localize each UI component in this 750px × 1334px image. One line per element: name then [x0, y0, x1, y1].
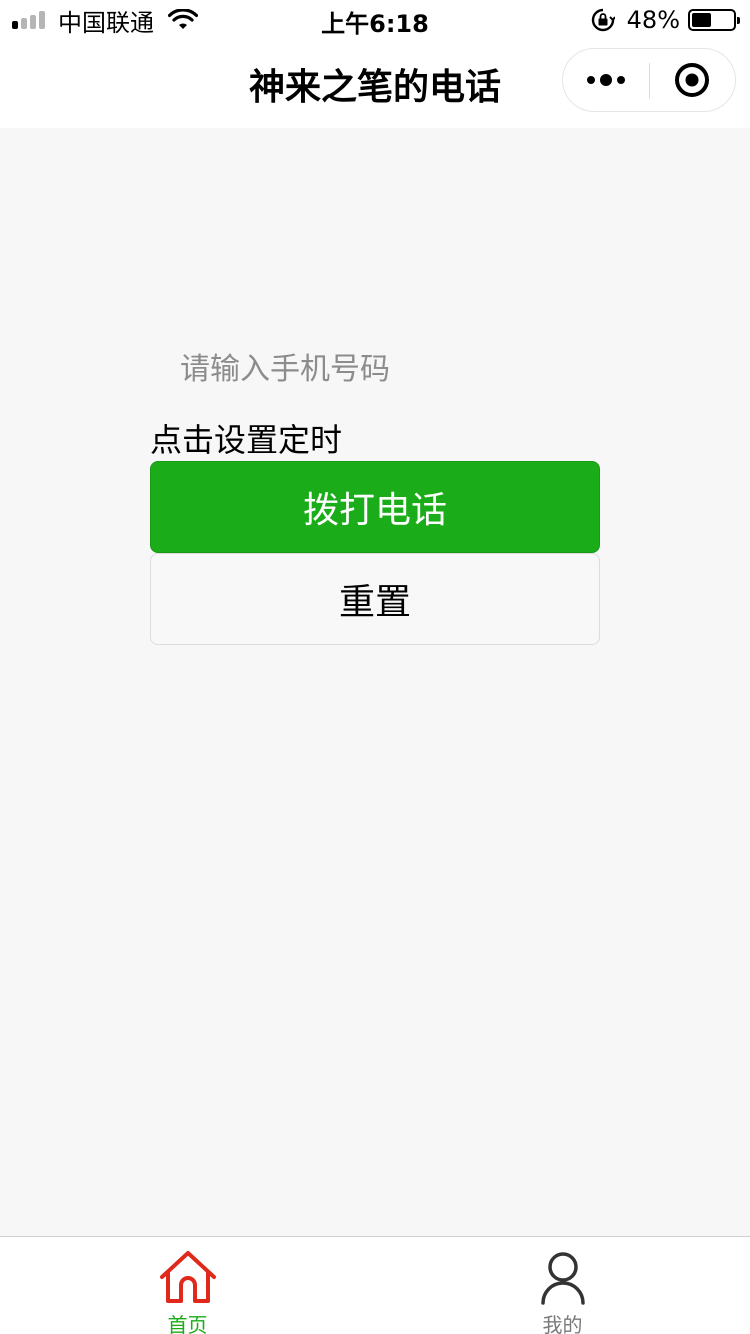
tab-bar: 首页 我的 [0, 1236, 750, 1334]
reset-button[interactable]: 重置 [150, 553, 600, 645]
tab-home-label: 首页 [167, 1313, 208, 1334]
call-button[interactable]: 拨打电话 [150, 461, 600, 553]
battery-icon [688, 9, 740, 31]
tab-home[interactable]: 首页 [0, 1237, 375, 1334]
phone-number-input[interactable] [180, 345, 600, 393]
tab-mine-label: 我的 [542, 1313, 583, 1334]
home-icon [159, 1251, 216, 1303]
more-button[interactable] [563, 49, 649, 111]
battery-fill [692, 13, 711, 27]
rotation-lock-icon [591, 8, 615, 32]
status-right: 48% [591, 6, 740, 34]
more-dots-icon [587, 74, 625, 86]
mini-program-capsule [562, 48, 736, 112]
battery-nub [737, 17, 740, 24]
battery-percent: 48% [626, 6, 680, 34]
nav-bar: 神来之笔的电话 [0, 40, 750, 128]
close-button[interactable] [649, 49, 735, 111]
tab-mine[interactable]: 我的 [375, 1237, 750, 1334]
screen: 中国联通 上午6:18 48% 神来之笔的电话 请输入手机号码 点击设置定时 拨… [0, 0, 750, 1334]
user-icon [540, 1252, 585, 1305]
status-bar: 中国联通 上午6:18 48% [0, 0, 750, 40]
target-close-icon [675, 63, 709, 97]
set-timer-label[interactable]: 点击设置定时 [150, 415, 342, 461]
